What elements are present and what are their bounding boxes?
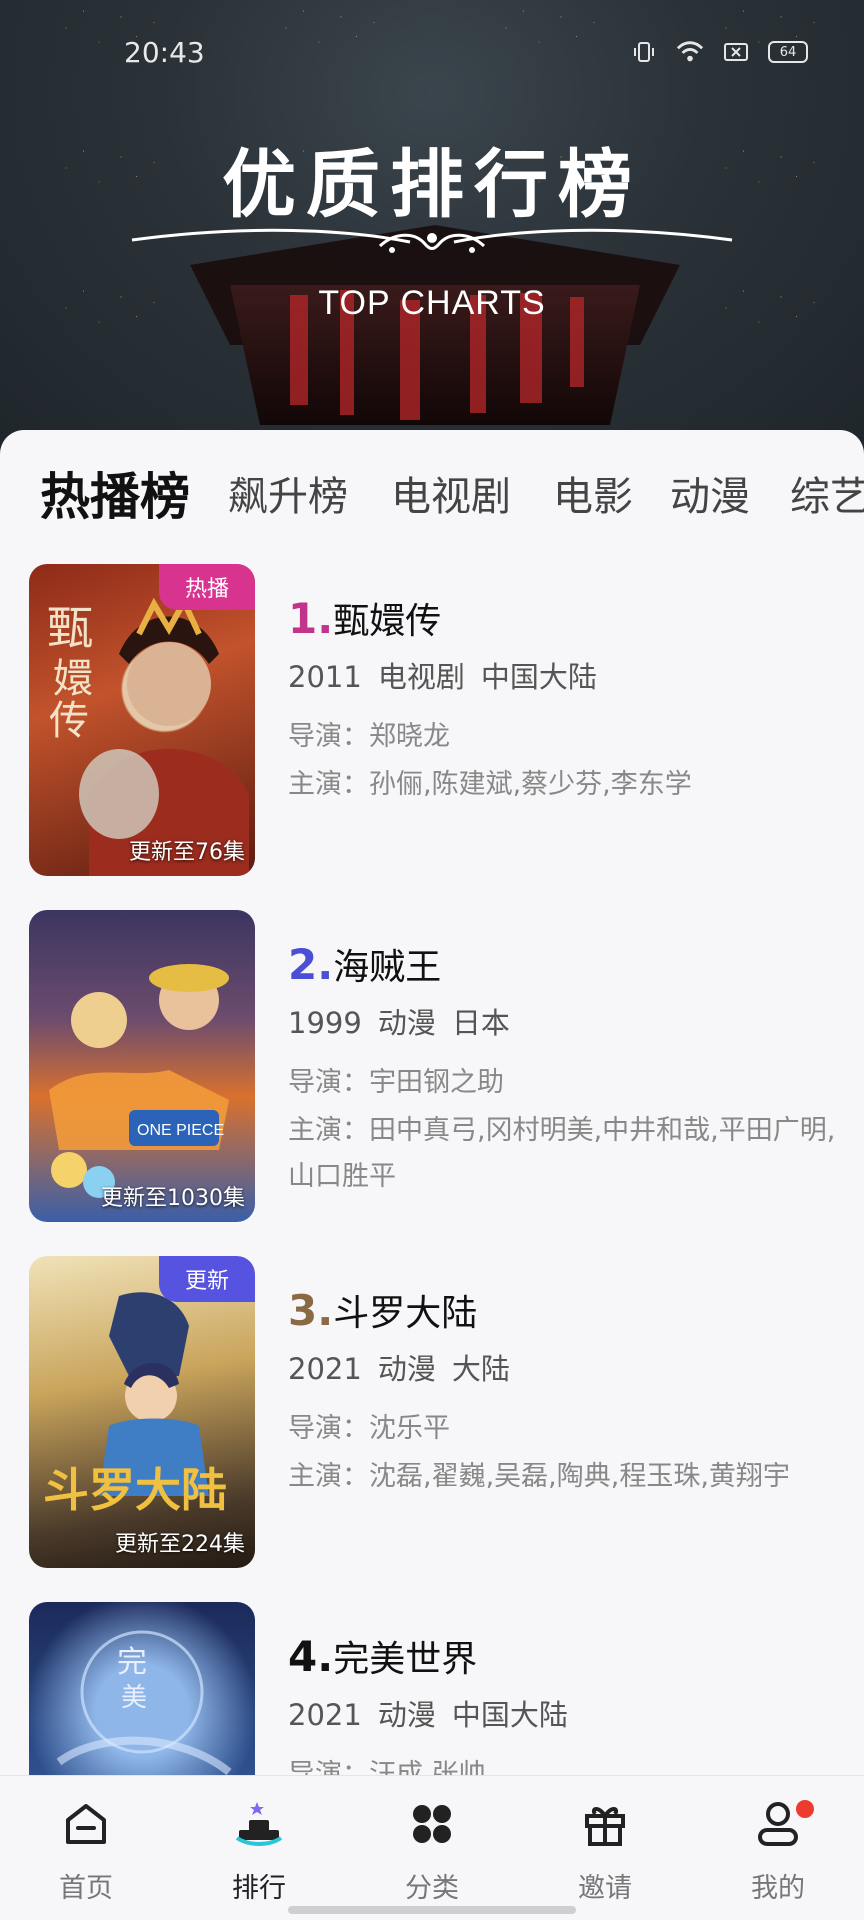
tab-anime[interactable]: 动漫 — [670, 464, 750, 522]
battery-icon: 64 — [768, 41, 808, 63]
item-year: 2011 — [288, 660, 362, 694]
item-name: 甄嬛传 — [333, 601, 442, 642]
gift-icon — [585, 1807, 625, 1846]
page-title: 优质排行榜 — [222, 142, 642, 228]
poster-art: 甄 嬛 传 — [47, 595, 249, 876]
item-year: 2021 — [288, 1698, 362, 1732]
notification-dot — [796, 1800, 814, 1818]
item-cast: 主演：孙俪,陈建斌,蔡少芬,李东学 — [288, 769, 692, 800]
item-cast: 主演：田中真弓,冈村明美,中井和哉,平田广明,山口胜平 — [288, 1115, 836, 1192]
nav-label: 排行 — [232, 1873, 286, 1904]
item-director: 导演：宇田钢之助 — [288, 1067, 504, 1098]
ranking-tabs: 热播榜 飙升榜 电视剧 电影 动漫 综艺 — [0, 430, 864, 540]
poster-title-text: 斗罗大陆 — [43, 1463, 227, 1517]
svg-text:传: 传 — [49, 698, 89, 744]
poster-title-text: 甄 — [47, 601, 93, 655]
item-title[interactable]: 4.完美世界 — [288, 1630, 838, 1681]
ranking-item[interactable]: 甄 嬛 传 热播 更新至76集 1.甄嬛传 2011 电视剧 中国大陆 导演：郑晓龙… — [0, 564, 864, 884]
no-sim-icon — [722, 40, 750, 64]
poster-art: 完 美 — [56, 1630, 232, 1775]
item-name: 斗罗大陆 — [333, 1293, 478, 1334]
poster-image[interactable]: ONE PIECE 更新至1030集 — [29, 910, 255, 1222]
tab-variety[interactable]: 综艺 — [790, 464, 864, 522]
nav-label: 邀请 — [578, 1873, 632, 1904]
nav-profile[interactable]: 我的 — [718, 1798, 838, 1905]
poster-image[interactable]: 甄 嬛 传 热播 更新至76集 — [29, 564, 255, 876]
nav-invite[interactable]: 邀请 — [545, 1798, 665, 1905]
ranking-icon — [235, 1802, 283, 1846]
item-category: 电视剧 — [377, 660, 465, 694]
ranking-item[interactable]: 完 美 4.完美世界 2021 动漫 中国大陆 导演：汪成,张帅 — [0, 1602, 864, 1775]
item-category: 动漫 — [377, 1006, 436, 1040]
ranking-content: 热播榜 飙升榜 电视剧 电影 动漫 综艺 甄 嬛 传 热播 更新至76集 1.甄… — [0, 430, 864, 1775]
item-title[interactable]: 1.甄嬛传 — [288, 592, 838, 643]
poster-logo-text: ONE PIECE — [137, 1122, 224, 1139]
item-meta: 1999 动漫 日本 — [288, 1000, 838, 1042]
item-region: 大陆 — [451, 1352, 510, 1386]
item-meta: 2011 电视剧 中国大陆 — [288, 654, 838, 696]
item-director: 导演：沈乐平 — [288, 1413, 450, 1444]
nav-label: 分类 — [405, 1873, 459, 1904]
nav-label: 我的 — [751, 1873, 805, 1904]
item-region: 中国大陆 — [480, 660, 597, 694]
item-info: 4.完美世界 2021 动漫 中国大陆 导演：汪成,张帅 — [288, 1630, 838, 1775]
ranking-item[interactable]: 斗罗大陆 更新 更新至224集 3.斗罗大陆 2021 动漫 大陆 导演：沈乐平 主… — [0, 1256, 864, 1576]
status-bar: 20:43 64 — [0, 0, 864, 110]
item-name: 完美世界 — [333, 1639, 478, 1680]
item-title[interactable]: 2.海贼王 — [288, 938, 838, 989]
rank-number: 1. — [288, 594, 334, 643]
rank-number: 4. — [288, 1632, 334, 1681]
page-subtitle: TOP CHARTS — [318, 284, 546, 322]
item-info: 3.斗罗大陆 2021 动漫 大陆 导演：沈乐平 主演：沈磊,翟巍,吴磊,陶典,程玉… — [288, 1284, 838, 1500]
nav-label: 首页 — [59, 1873, 113, 1904]
item-year: 1999 — [288, 1006, 362, 1040]
item-name: 海贼王 — [333, 947, 442, 988]
gesture-home-bar[interactable] — [288, 1906, 576, 1914]
item-cast: 主演：沈磊,翟巍,吴磊,陶典,程玉珠,黄翔宇 — [288, 1461, 790, 1492]
episode-update: 更新至1030集 — [101, 1186, 245, 1211]
poster-title-text: 完 — [117, 1645, 147, 1680]
hero-banner: 优质排行榜 TOP CHARTS 20:43 64 — [0, 0, 864, 460]
item-region: 日本 — [451, 1006, 510, 1040]
status-icons: 64 — [630, 40, 808, 64]
poster-image[interactable]: 斗罗大陆 更新 更新至224集 — [29, 1256, 255, 1568]
item-info: 1.甄嬛传 2011 电视剧 中国大陆 导演：郑晓龙 主演：孙俪,陈建斌,蔡少芬,李… — [288, 592, 838, 808]
tab-tv-series[interactable]: 电视剧 — [391, 464, 511, 522]
item-region: 中国大陆 — [451, 1698, 568, 1732]
rank-number: 3. — [288, 1286, 334, 1335]
status-time: 20:43 — [124, 36, 205, 69]
category-icon — [413, 1805, 451, 1843]
item-category: 动漫 — [377, 1352, 436, 1386]
item-info: 2.海贼王 1999 动漫 日本 导演：宇田钢之助 主演：田中真弓,冈村明美,中井和… — [288, 938, 838, 1200]
episode-update: 更新至224集 — [115, 1532, 245, 1557]
poster-art: 斗罗大陆 — [43, 1292, 227, 1517]
home-icon — [66, 1804, 106, 1844]
item-meta: 2021 动漫 中国大陆 — [288, 1692, 838, 1734]
tab-movies[interactable]: 电影 — [553, 464, 633, 522]
svg-text:嬛: 嬛 — [53, 656, 93, 702]
poster-image[interactable]: 完 美 — [29, 1602, 255, 1775]
nav-ranking[interactable]: 排行 — [199, 1798, 319, 1905]
nav-category[interactable]: 分类 — [372, 1798, 492, 1905]
bottom-navigation: 首页 排行 分类 邀请 我的 — [0, 1775, 864, 1920]
tab-hot[interactable]: 热播榜 — [40, 457, 190, 529]
nav-home[interactable]: 首页 — [26, 1798, 146, 1905]
ranking-item[interactable]: ONE PIECE 更新至1030集 2.海贼王 1999 动漫 日本 导演：宇田钢… — [0, 910, 864, 1230]
svg-text:美: 美 — [121, 1683, 147, 1713]
item-director: 导演：汪成,张帅 — [288, 1759, 486, 1775]
hot-badge: 热播 — [159, 564, 255, 610]
vibrate-icon — [630, 40, 658, 64]
update-badge: 更新 — [159, 1256, 255, 1302]
item-director: 导演：郑晓龙 — [288, 721, 450, 752]
item-title[interactable]: 3.斗罗大陆 — [288, 1284, 838, 1335]
poster-art: ONE PIECE — [49, 964, 229, 1198]
wifi-icon — [676, 40, 704, 64]
item-meta: 2021 动漫 大陆 — [288, 1346, 838, 1388]
tab-rising[interactable]: 飙升榜 — [228, 464, 348, 522]
item-category: 动漫 — [377, 1698, 436, 1732]
episode-update: 更新至76集 — [129, 840, 245, 865]
item-year: 2021 — [288, 1352, 362, 1386]
rank-number: 2. — [288, 940, 334, 989]
ornament-divider — [131, 228, 733, 253]
